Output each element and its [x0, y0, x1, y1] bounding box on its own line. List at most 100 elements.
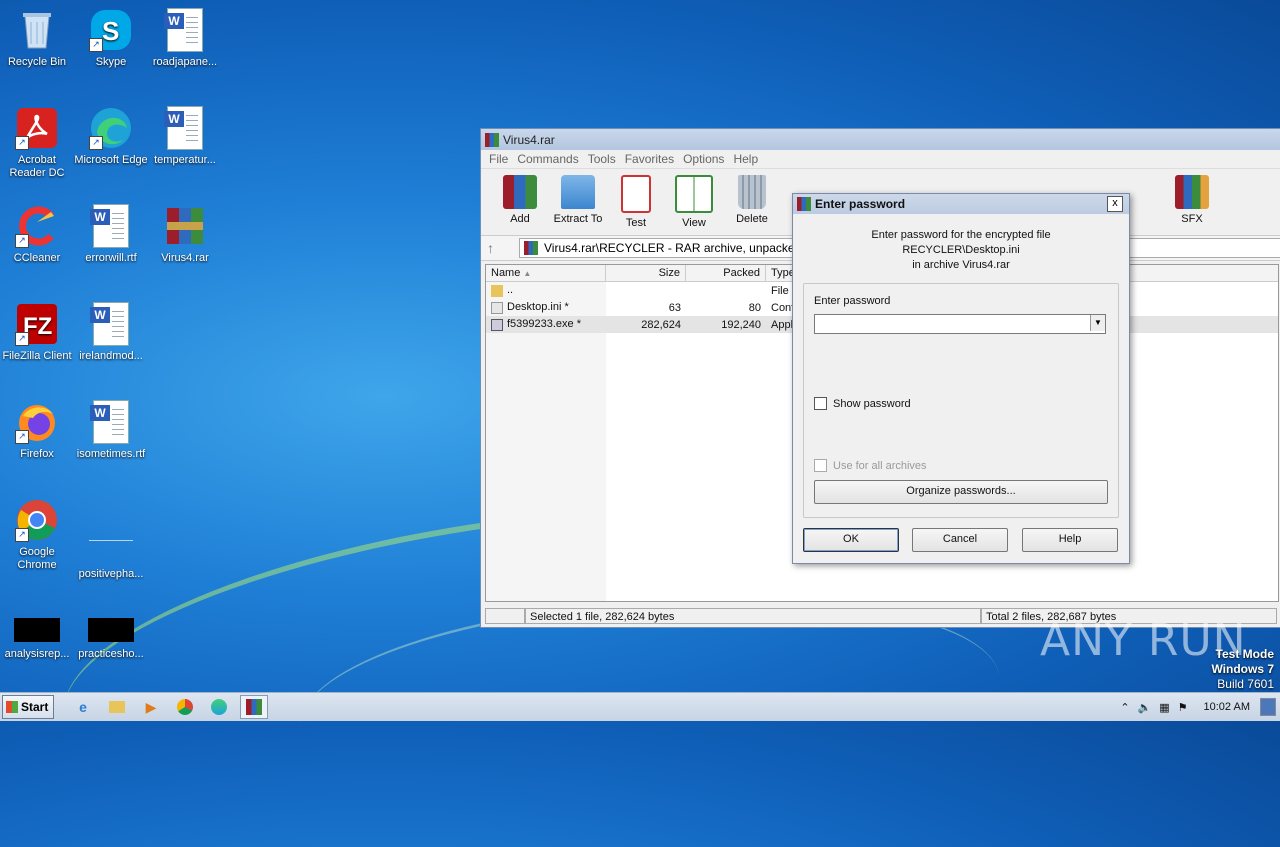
test-clipboard-icon: [621, 175, 651, 213]
desktop-icon-edge[interactable]: ↗ Microsoft Edge: [74, 106, 148, 167]
extract-to-button[interactable]: Extract To: [549, 173, 607, 225]
start-button[interactable]: Start: [2, 695, 54, 719]
winrar-icon: [797, 197, 811, 211]
message-line: in archive Virus4.rar: [912, 259, 1010, 271]
flag-icon[interactable]: ⚑: [1178, 701, 1188, 714]
internet-explorer-icon[interactable]: e: [70, 696, 96, 718]
password-group: Enter password ▼ Show password Use for a…: [803, 283, 1119, 518]
skype-icon: S ↗: [89, 8, 133, 52]
use-for-all-label: Use for all archives: [833, 459, 927, 472]
shortcut-arrow-icon: ↗: [15, 430, 29, 444]
checkbox-box: [814, 397, 827, 410]
media-player-icon[interactable]: ▶: [138, 696, 164, 718]
test-button[interactable]: Test: [607, 173, 665, 229]
up-arrow-icon[interactable]: ↑: [487, 240, 507, 256]
test-mode-notice: Test Mode Windows 7 Build 7601: [1211, 647, 1274, 691]
sfx-icon: [1175, 175, 1209, 209]
desktop-icon-virus4-rar[interactable]: Virus4.rar: [148, 204, 222, 265]
shortcut-arrow-icon: ↗: [15, 332, 29, 346]
drive-icon[interactable]: [485, 608, 525, 624]
menu-help[interactable]: Help: [733, 152, 758, 166]
menu-options[interactable]: Options: [683, 152, 724, 166]
view-label: View: [682, 217, 706, 229]
desktop-icon-errorwill[interactable]: W errorwill.rtf: [74, 204, 148, 265]
sfx-button[interactable]: SFX: [1163, 173, 1221, 225]
file-packed: 192,240: [721, 318, 761, 331]
view-button[interactable]: View: [665, 173, 723, 229]
system-tray: ⌃ 🔈 ▦ ⚑ 10:02 AM: [1120, 693, 1280, 721]
desktop-icon-temperatur[interactable]: W temperatur...: [148, 106, 222, 167]
winrar-icon: [485, 132, 499, 147]
file-size: 63: [668, 301, 681, 314]
password-combobox[interactable]: ▼: [814, 314, 1106, 334]
word-document-icon: W: [89, 400, 133, 444]
extract-to-label: Extract To: [553, 213, 603, 225]
desktop-icon-skype[interactable]: S ↗ Skype: [74, 8, 148, 69]
desktop-icon-label: Microsoft Edge: [74, 154, 148, 166]
chevron-up-icon[interactable]: ⌃: [1120, 701, 1129, 714]
cancel-button[interactable]: Cancel: [912, 528, 1008, 552]
close-icon[interactable]: x: [1107, 196, 1123, 212]
desktop-icon-ccleaner[interactable]: ↗ CCleaner: [0, 204, 74, 265]
menu-commands[interactable]: Commands: [517, 152, 578, 166]
desktop-icon-label: FileZilla Client: [2, 350, 72, 362]
desktop-icon-irelandmod[interactable]: W irelandmod...: [74, 302, 148, 363]
show-desktop-button[interactable]: [1260, 698, 1276, 716]
menu-favorites[interactable]: Favorites: [625, 152, 674, 166]
add-archive-icon: [503, 175, 537, 209]
add-label: Add: [510, 213, 530, 225]
desktop-icon-acrobat[interactable]: ↗ Acrobat Reader DC: [0, 106, 74, 180]
desktop-icon-label: Firefox: [20, 448, 54, 460]
file-explorer-icon[interactable]: [104, 696, 130, 718]
path-text: Virus4.rar\RECYCLER - RAR archive, unpac…: [544, 241, 811, 255]
delete-button[interactable]: Delete: [723, 173, 781, 225]
window-title: Virus4.rar: [503, 132, 555, 147]
shortcut-arrow-icon: ↗: [15, 528, 29, 542]
desktop-icon-practicesho[interactable]: practicesho...: [74, 608, 148, 661]
word-document-icon: W: [163, 106, 207, 150]
help-button[interactable]: Help: [1022, 528, 1118, 552]
edge-icon[interactable]: [206, 696, 232, 718]
file-name: ..: [507, 284, 514, 297]
show-password-checkbox[interactable]: Show password: [814, 397, 911, 410]
desktop-icon-recycle-bin[interactable]: Recycle Bin: [0, 8, 74, 69]
desktop-icon-filezilla[interactable]: FZ ↗ FileZilla Client: [0, 302, 74, 363]
column-size[interactable]: Size: [606, 265, 686, 281]
chevron-down-icon[interactable]: ▼: [1090, 315, 1105, 331]
file-thumbnail: [14, 618, 60, 642]
desktop-icon-label: Skype: [95, 56, 127, 68]
filezilla-icon: FZ ↗: [15, 302, 59, 346]
shortcut-arrow-icon: ↗: [89, 136, 103, 150]
desktop-icon-label: errorwill.rtf: [85, 252, 137, 264]
desktop-icon-positivepha[interactable]: positivepha...: [74, 498, 148, 581]
file-name: Desktop.ini *: [507, 301, 569, 314]
clock[interactable]: 10:02 AM: [1204, 701, 1250, 713]
add-button[interactable]: Add: [491, 173, 549, 225]
taskbar: Start e ▶ ⌃ 🔈 ▦ ⚑ 10:02 AM: [0, 692, 1280, 721]
desktop-icon-isometimes[interactable]: W isometimes.rtf: [74, 400, 148, 461]
use-for-all-checkbox[interactable]: Use for all archives: [814, 459, 927, 472]
desktop-icon-roadjapane[interactable]: W roadjapane...: [148, 8, 222, 69]
column-packed[interactable]: Packed: [686, 265, 766, 281]
column-name[interactable]: Name ▲: [486, 265, 606, 281]
word-document-icon: W: [163, 8, 207, 52]
dialog-titlebar[interactable]: Enter password: [793, 194, 1129, 214]
organize-passwords-button[interactable]: Organize passwords...: [814, 480, 1108, 504]
exe-file-icon: [491, 318, 503, 331]
winrar-taskbar-icon[interactable]: [240, 695, 268, 719]
menu-file[interactable]: File: [489, 152, 508, 166]
network-icon[interactable]: ▦: [1159, 701, 1169, 714]
desktop-icon-label: isometimes.rtf: [76, 448, 146, 460]
shortcut-arrow-icon: ↗: [89, 38, 103, 52]
menu-tools[interactable]: Tools: [588, 152, 616, 166]
folder-icon: [491, 284, 503, 297]
desktop-icon-chrome[interactable]: ↗ Google Chrome: [0, 498, 74, 572]
chrome-icon[interactable]: [172, 696, 198, 718]
ok-button[interactable]: OK: [803, 528, 899, 552]
menu-bar: File Commands Tools Favorites Options He…: [481, 150, 1280, 168]
desktop-icon-analysisrep[interactable]: analysisrep...: [0, 608, 74, 661]
test-label: Test: [625, 217, 647, 229]
speaker-icon[interactable]: 🔈: [1138, 701, 1152, 714]
desktop-icon-firefox[interactable]: ↗ Firefox: [0, 400, 74, 461]
window-titlebar[interactable]: Virus4.rar: [481, 129, 1280, 150]
